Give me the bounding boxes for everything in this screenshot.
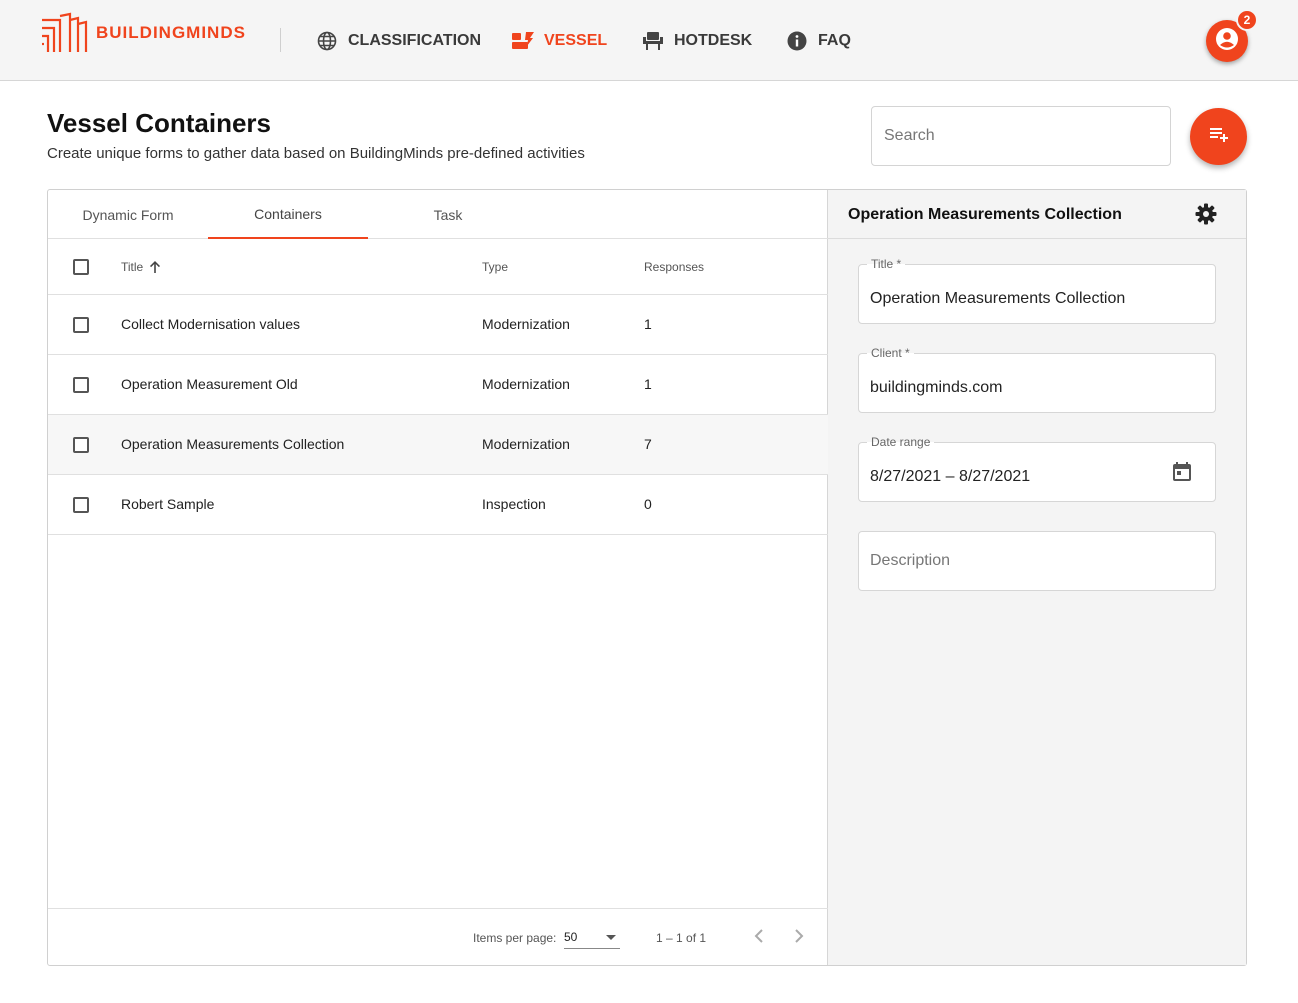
row-responses: 0 bbox=[644, 496, 652, 512]
row-responses: 7 bbox=[644, 436, 652, 452]
containers-list-panel: Dynamic Form Containers Task Title Type … bbox=[48, 190, 828, 965]
header-divider bbox=[280, 28, 281, 52]
settings-button[interactable] bbox=[1194, 202, 1218, 226]
tab-dynamic-form[interactable]: Dynamic Form bbox=[48, 190, 208, 239]
top-app-bar: BUILDINGMINDS CLASSIFICATION VESSEL HOTD… bbox=[0, 0, 1298, 81]
date-range-field[interactable]: Date range 8/27/2021 – 8/27/2021 bbox=[858, 435, 1216, 502]
nav-label: CLASSIFICATION bbox=[348, 31, 482, 49]
row-checkbox[interactable] bbox=[73, 377, 89, 393]
row-responses: 1 bbox=[644, 316, 652, 332]
field-label: Client * bbox=[867, 346, 914, 360]
tab-task[interactable]: Task bbox=[368, 190, 528, 239]
playlist-add-icon bbox=[1207, 122, 1231, 151]
nav-faq[interactable]: FAQ bbox=[786, 0, 851, 81]
select-all-checkbox[interactable] bbox=[73, 259, 89, 275]
vessel-icon bbox=[512, 30, 534, 52]
brand-name: BUILDINGMINDS bbox=[96, 23, 246, 42]
client-field[interactable]: Client * buildingminds.com bbox=[858, 346, 1216, 413]
next-page-button[interactable] bbox=[787, 925, 811, 949]
search-input[interactable] bbox=[871, 106, 1171, 166]
tab-containers[interactable]: Containers bbox=[208, 190, 368, 239]
chair-icon bbox=[642, 30, 664, 52]
items-per-page-label: Items per page: bbox=[473, 931, 557, 945]
buildingminds-logo-icon bbox=[42, 12, 88, 52]
table-row[interactable]: Collect Modernisation values Modernizati… bbox=[48, 295, 828, 355]
row-checkbox[interactable] bbox=[73, 437, 89, 453]
row-type: Modernization bbox=[482, 316, 570, 332]
field-label: Title * bbox=[867, 257, 906, 271]
arrow-up-icon bbox=[149, 261, 161, 273]
column-label: Title bbox=[121, 260, 144, 274]
tab-bar: Dynamic Form Containers Task bbox=[48, 190, 828, 239]
field-placeholder: Description bbox=[870, 552, 951, 569]
table-header: Title Type Responses bbox=[48, 239, 828, 295]
table-row[interactable]: Robert Sample Inspection 0 bbox=[48, 475, 828, 535]
type-column-header[interactable]: Type bbox=[482, 260, 508, 274]
row-type: Modernization bbox=[482, 376, 570, 392]
table-row[interactable]: Operation Measurement Old Modernization … bbox=[48, 355, 828, 415]
chevron-right-icon bbox=[794, 928, 804, 946]
detail-header: Operation Measurements Collection bbox=[828, 190, 1246, 239]
containers-card: Dynamic Form Containers Task Title Type … bbox=[47, 189, 1247, 966]
nav-classification[interactable]: CLASSIFICATION bbox=[316, 0, 481, 81]
row-responses: 1 bbox=[644, 376, 652, 392]
row-type: Modernization bbox=[482, 436, 570, 452]
calendar-icon[interactable] bbox=[1171, 461, 1193, 483]
nav-hotdesk[interactable]: HOTDESK bbox=[642, 0, 752, 81]
row-title: Collect Modernisation values bbox=[121, 316, 300, 332]
nav-label: FAQ bbox=[818, 31, 851, 49]
items-per-page-value: 50 bbox=[564, 930, 578, 944]
field-value: buildingminds.com bbox=[870, 379, 1003, 396]
table-row-selected[interactable]: Operation Measurements Collection Modern… bbox=[48, 415, 828, 475]
previous-page-button[interactable] bbox=[747, 925, 771, 949]
row-checkbox[interactable] bbox=[73, 497, 89, 513]
paginator: Items per page: 50 1 – 1 of 1 bbox=[48, 908, 828, 965]
add-container-button[interactable] bbox=[1190, 108, 1247, 165]
row-title: Operation Measurements Collection bbox=[121, 436, 345, 452]
container-detail-panel: Operation Measurements Collection Title … bbox=[828, 190, 1246, 965]
nav-label: HOTDESK bbox=[674, 31, 753, 49]
chevron-left-icon bbox=[754, 928, 764, 946]
row-title: Robert Sample bbox=[121, 496, 215, 512]
page-subtitle: Create unique forms to gather data based… bbox=[47, 145, 585, 162]
field-value: Operation Measurements Collection bbox=[870, 290, 1126, 307]
title-field[interactable]: Title * Operation Measurements Collectio… bbox=[858, 257, 1216, 324]
chevron-down-icon bbox=[606, 935, 616, 940]
info-icon bbox=[786, 30, 808, 52]
page-title: Vessel Containers bbox=[47, 108, 271, 138]
brand-logo[interactable]: BUILDINGMINDS bbox=[40, 12, 246, 54]
globe-icon bbox=[316, 30, 338, 52]
row-checkbox[interactable] bbox=[73, 317, 89, 333]
field-value: 8/27/2021 – 8/27/2021 bbox=[870, 468, 1031, 485]
description-field[interactable]: Description bbox=[858, 531, 1216, 591]
gear-icon bbox=[1194, 203, 1218, 230]
title-column-header[interactable]: Title bbox=[121, 260, 161, 274]
responses-column-header[interactable]: Responses bbox=[644, 260, 704, 274]
nav-vessel[interactable]: VESSEL bbox=[512, 0, 607, 81]
field-label: Date range bbox=[867, 435, 935, 449]
row-title: Operation Measurement Old bbox=[121, 376, 298, 392]
account-circle-icon bbox=[1214, 26, 1240, 57]
page-range-label: 1 – 1 of 1 bbox=[656, 931, 707, 945]
notification-badge: 2 bbox=[1236, 9, 1258, 31]
detail-title: Operation Measurements Collection bbox=[848, 206, 1122, 223]
row-type: Inspection bbox=[482, 496, 546, 512]
nav-label: VESSEL bbox=[544, 31, 608, 49]
